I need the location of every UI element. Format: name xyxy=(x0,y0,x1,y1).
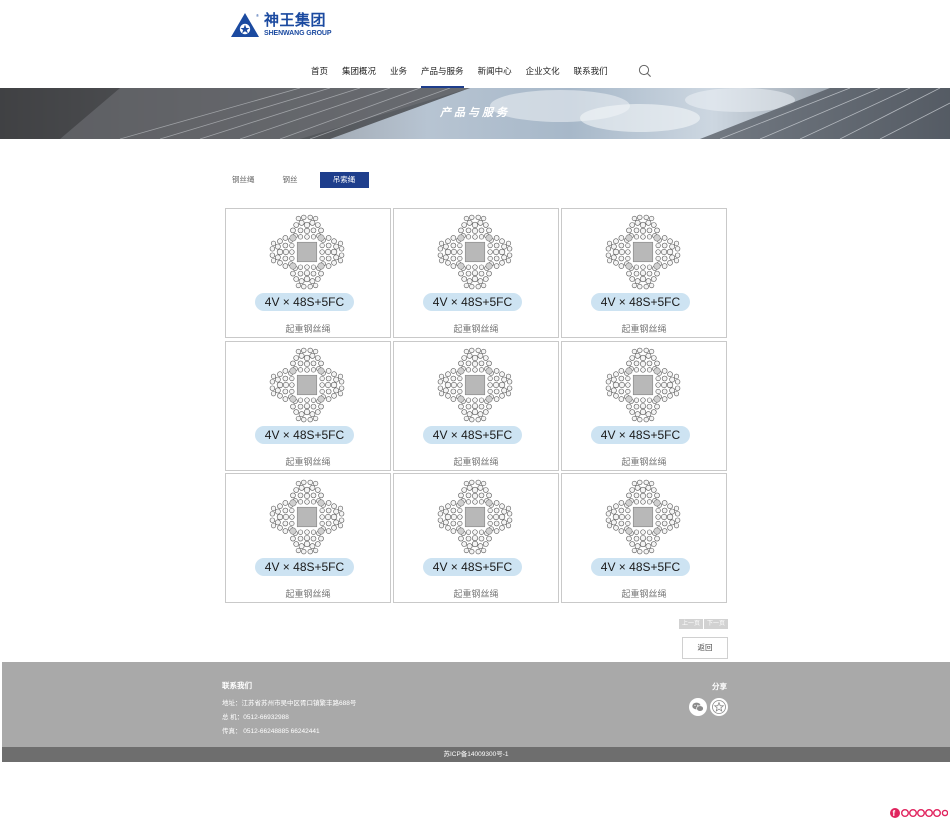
product-card[interactable]: 4V × 48S+5FC 起重钢丝绳 xyxy=(393,473,559,603)
footer-phone: 总 机：0512-66932988 xyxy=(222,714,289,721)
nav-item-home[interactable]: 首页 xyxy=(304,60,335,88)
prev-page-button[interactable]: 上一页 xyxy=(679,619,703,629)
product-name[interactable]: 起重钢丝绳 xyxy=(562,455,726,468)
wire-rope-cross-section-image xyxy=(603,345,683,425)
product-name[interactable]: 起重钢丝绳 xyxy=(226,587,390,600)
product-model-label: 4V × 48S+5FC xyxy=(591,426,690,444)
product-model-label: 4V × 48S+5FC xyxy=(255,426,354,444)
wire-rope-cross-section-image xyxy=(267,477,347,557)
svg-text:f: f xyxy=(893,809,896,818)
nav-item-news[interactable]: 新闻中心 xyxy=(471,60,519,88)
logo-triangle-icon: ® xyxy=(231,13,259,37)
watermark-logo: f xyxy=(890,806,949,823)
product-model-label: 4V × 48S+5FC xyxy=(255,293,354,311)
site-logo[interactable]: ® 神王集团 SHENWANG GROUP xyxy=(230,11,332,38)
product-model-label: 4V × 48S+5FC xyxy=(423,558,522,576)
product-name[interactable]: 起重钢丝绳 xyxy=(394,587,558,600)
nav-item-contact[interactable]: 联系我们 xyxy=(567,60,615,88)
wechat-icon[interactable] xyxy=(689,698,707,716)
back-button[interactable]: 返回 xyxy=(682,637,728,659)
wire-rope-cross-section-image xyxy=(435,477,515,557)
product-card[interactable]: 4V × 48S+5FC 起重钢丝绳 xyxy=(561,473,727,603)
tab-wire-rope[interactable]: 钢丝绳 xyxy=(226,172,261,188)
banner-title: 产品与服务 xyxy=(440,106,510,119)
nav-item-about[interactable]: 集团概况 xyxy=(335,60,383,88)
product-card[interactable]: 4V × 48S+5FC 起重钢丝绳 xyxy=(561,341,727,471)
product-name[interactable]: 起重钢丝绳 xyxy=(226,455,390,468)
footer-share-title: 分享 xyxy=(712,682,727,691)
logo-name-cn: 神王集团 xyxy=(264,11,327,29)
tab-sling-rope[interactable]: 吊索绳 xyxy=(319,172,369,188)
product-card[interactable]: 4V × 48S+5FC 起重钢丝绳 xyxy=(225,473,391,603)
nav-item-products[interactable]: 产品与服务 xyxy=(414,60,471,88)
nav-item-business[interactable]: 业务 xyxy=(383,60,414,88)
wire-rope-cross-section-image xyxy=(435,345,515,425)
product-card[interactable]: 4V × 48S+5FC 起重钢丝绳 xyxy=(561,208,727,338)
search-icon[interactable] xyxy=(638,64,652,78)
svg-text:®: ® xyxy=(256,13,259,18)
footer-fax: 传真： 0512-66248885 66242441 xyxy=(222,728,320,735)
product-card[interactable]: 4V × 48S+5FC 起重钢丝绳 xyxy=(225,208,391,338)
favorite-star-icon[interactable] xyxy=(710,698,728,716)
product-name[interactable]: 起重钢丝绳 xyxy=(562,322,726,335)
product-card[interactable]: 4V × 48S+5FC 起重钢丝绳 xyxy=(393,208,559,338)
product-model-label: 4V × 48S+5FC xyxy=(255,558,354,576)
main-nav: 首页 集团概况 业务 产品与服务 新闻中心 企业文化 联系我们 xyxy=(304,60,615,88)
icp-copyright: 苏ICP备14009300号-1 xyxy=(2,747,950,762)
nav-item-culture[interactable]: 企业文化 xyxy=(519,60,567,88)
product-card[interactable]: 4V × 48S+5FC 起重钢丝绳 xyxy=(225,341,391,471)
pagination: 上一页 下一页 xyxy=(679,619,729,629)
product-name[interactable]: 起重钢丝绳 xyxy=(226,322,390,335)
product-model-label: 4V × 48S+5FC xyxy=(423,293,522,311)
product-card[interactable]: 4V × 48S+5FC 起重钢丝绳 xyxy=(393,341,559,471)
wire-rope-cross-section-image xyxy=(603,477,683,557)
site-footer: 联系我们 地址：江苏省苏州市吴中区胥口镇繁丰路688号 总 机：0512-669… xyxy=(2,662,950,747)
page-banner: 产品与服务 xyxy=(0,88,950,139)
wire-rope-cross-section-image xyxy=(267,212,347,292)
wire-rope-cross-section-image xyxy=(603,212,683,292)
product-name[interactable]: 起重钢丝绳 xyxy=(562,587,726,600)
wire-rope-cross-section-image xyxy=(435,212,515,292)
footer-address: 地址：江苏省苏州市吴中区胥口镇繁丰路688号 xyxy=(222,700,357,707)
footer-contact-title: 联系我们 xyxy=(222,681,252,690)
product-model-label: 4V × 48S+5FC xyxy=(591,558,690,576)
product-category-tabs: 钢丝绳 钢丝 吊索绳 xyxy=(226,172,369,188)
logo-name-en: SHENWANG GROUP xyxy=(264,30,332,37)
product-model-label: 4V × 48S+5FC xyxy=(591,293,690,311)
product-name[interactable]: 起重钢丝绳 xyxy=(394,455,558,468)
wire-rope-cross-section-image xyxy=(267,345,347,425)
next-page-button[interactable]: 下一页 xyxy=(704,619,728,629)
product-model-label: 4V × 48S+5FC xyxy=(423,426,522,444)
tab-steel-wire[interactable]: 钢丝 xyxy=(277,172,304,188)
product-name[interactable]: 起重钢丝绳 xyxy=(394,322,558,335)
